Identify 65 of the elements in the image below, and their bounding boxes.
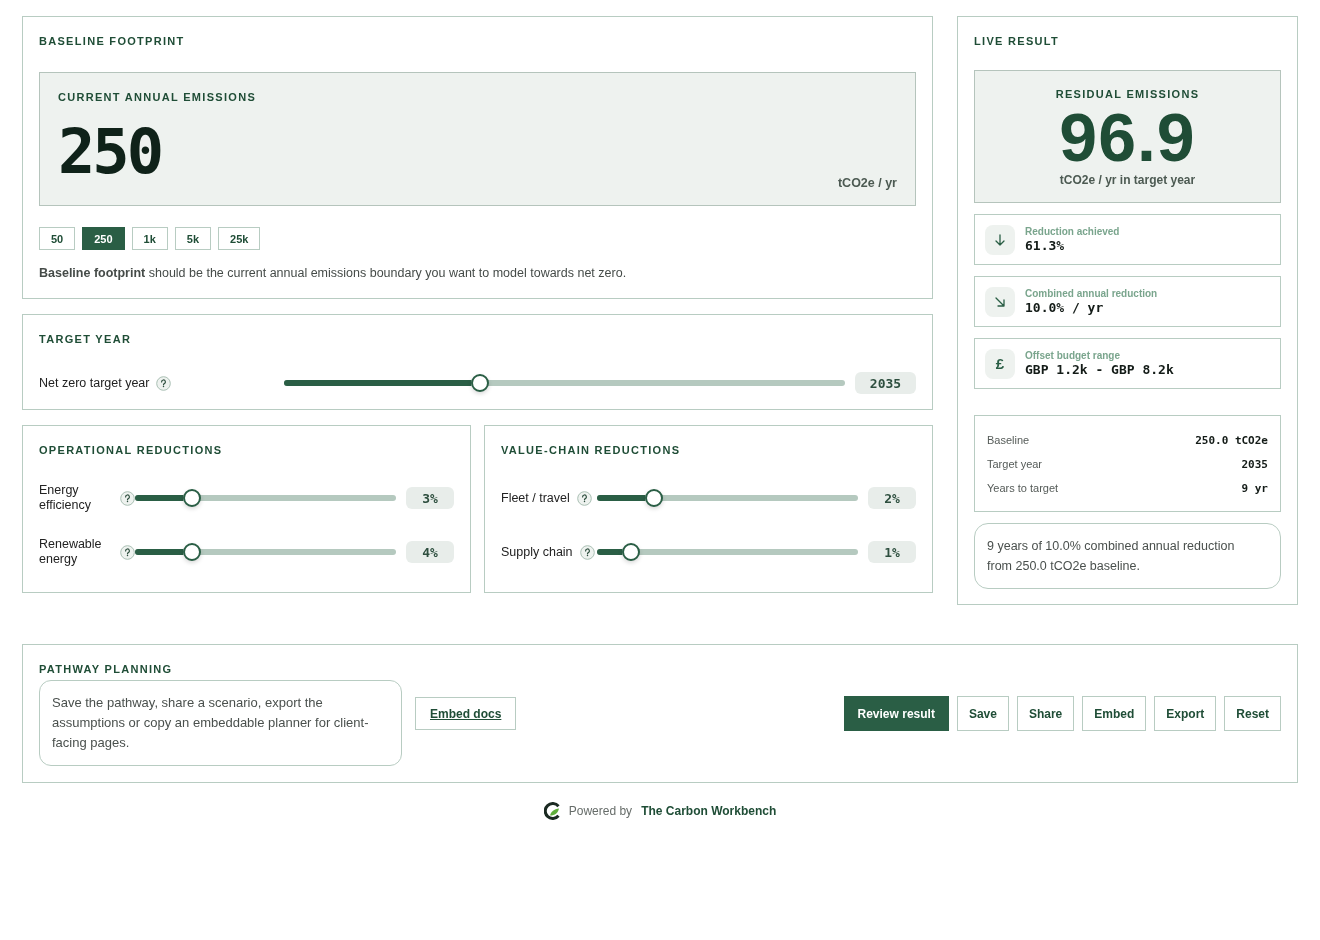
summary-label: Years to target <box>987 482 1059 494</box>
panel-title: OPERATIONAL REDUCTIONS <box>39 443 223 457</box>
preset-button[interactable]: 250 <box>82 227 125 250</box>
slider-label: Energy efficiency <box>39 483 92 513</box>
summary-value: 250.0 tCO2e <box>1195 433 1268 447</box>
preset-button[interactable]: 25k <box>218 227 261 250</box>
panel-title: LIVE RESULT <box>974 34 1059 48</box>
slider-label: Fleet / travel <box>501 490 570 506</box>
panel-title: BASELINE FOOTPRINT <box>39 34 185 48</box>
metric-label: Offset budget range <box>1025 349 1120 362</box>
help-icon[interactable] <box>579 544 595 560</box>
help-icon[interactable] <box>156 375 172 391</box>
down-arrow-icon <box>985 224 1015 255</box>
panel-title: PATHWAY PLANNING <box>39 662 173 676</box>
slider-value: 4% <box>406 541 454 563</box>
panel-title: TARGET YEAR <box>39 332 132 346</box>
help-text: Baseline footprint should be the current annual emissions boundary you want to model towards net zero. <box>39 265 627 282</box>
help-icon[interactable] <box>120 490 135 506</box>
slider-label: Renewable energy <box>39 537 103 567</box>
leaf-logo-icon <box>543 802 562 820</box>
description-note: Save the pathway, share a scenario, export the assumptions or copy an embeddable planner for client-facing pages. <box>39 680 402 766</box>
summary-label: Baseline <box>987 434 1030 446</box>
action-button[interactable]: Reset <box>1224 696 1281 731</box>
slider-thumb[interactable] <box>183 489 202 507</box>
action-button[interactable]: Embed <box>1082 696 1147 731</box>
slider-value: 3% <box>406 487 454 509</box>
panel-title: VALUE-CHAIN REDUCTIONS <box>501 443 681 457</box>
slider-thumb[interactable] <box>471 374 490 392</box>
docs-link[interactable]: Embed docs <box>415 697 517 730</box>
metric-label: Combined annual reduction <box>1025 287 1158 300</box>
powered-by-text: Powered by <box>568 804 633 818</box>
preset-button[interactable]: 5k <box>174 227 212 250</box>
metric-label: Reduction achieved <box>1025 225 1120 238</box>
preset-button[interactable]: 50 <box>39 227 76 250</box>
slider-thumb[interactable] <box>183 543 202 561</box>
action-button[interactable]: Export <box>1154 696 1217 731</box>
down-right-arrow-icon <box>985 286 1015 317</box>
summary-label: Target year <box>987 458 1043 470</box>
slider-thumb[interactable] <box>621 543 640 561</box>
slider-value: 2% <box>868 487 916 509</box>
metric-value: 61.3% <box>1025 237 1065 254</box>
slider-label: Supply chain <box>501 544 573 560</box>
brand-name: The Carbon Workbench <box>641 804 777 818</box>
currency-symbol: £ <box>985 348 1015 379</box>
slider-value: 1% <box>868 541 916 563</box>
action-button[interactable]: Save <box>956 696 1009 731</box>
metric-value: 10.0% / yr <box>1025 299 1104 316</box>
slider-value: 2035 <box>855 372 916 394</box>
summary-note: 9 years of 10.0% combined annual reduction from 250.0 tCO2e baseline. <box>974 523 1281 589</box>
action-button[interactable]: Share <box>1016 696 1075 731</box>
help-icon[interactable] <box>576 490 592 506</box>
card-label: RESIDUAL EMISSIONS <box>1055 87 1200 101</box>
help-icon[interactable] <box>120 544 135 560</box>
slider-label: Net zero target year <box>39 375 150 391</box>
residual-value: 96.9 <box>1059 101 1196 173</box>
primary-button[interactable]: Review result <box>843 696 949 731</box>
unit-label: tCO2e / yr <box>837 176 897 190</box>
preset-button[interactable]: 1k <box>131 227 168 250</box>
summary-value: 2035 <box>1241 457 1268 471</box>
unit-label: tCO2e / yr in target year <box>1059 173 1196 187</box>
slider-thumb[interactable] <box>645 489 664 507</box>
summary-value: 9 yr <box>1241 481 1268 495</box>
metric-value: GBP 1.2k - GBP 8.2k <box>1025 361 1174 378</box>
emissions-value: 250 <box>58 117 161 187</box>
card-label: CURRENT ANNUAL EMISSIONS <box>58 90 257 104</box>
